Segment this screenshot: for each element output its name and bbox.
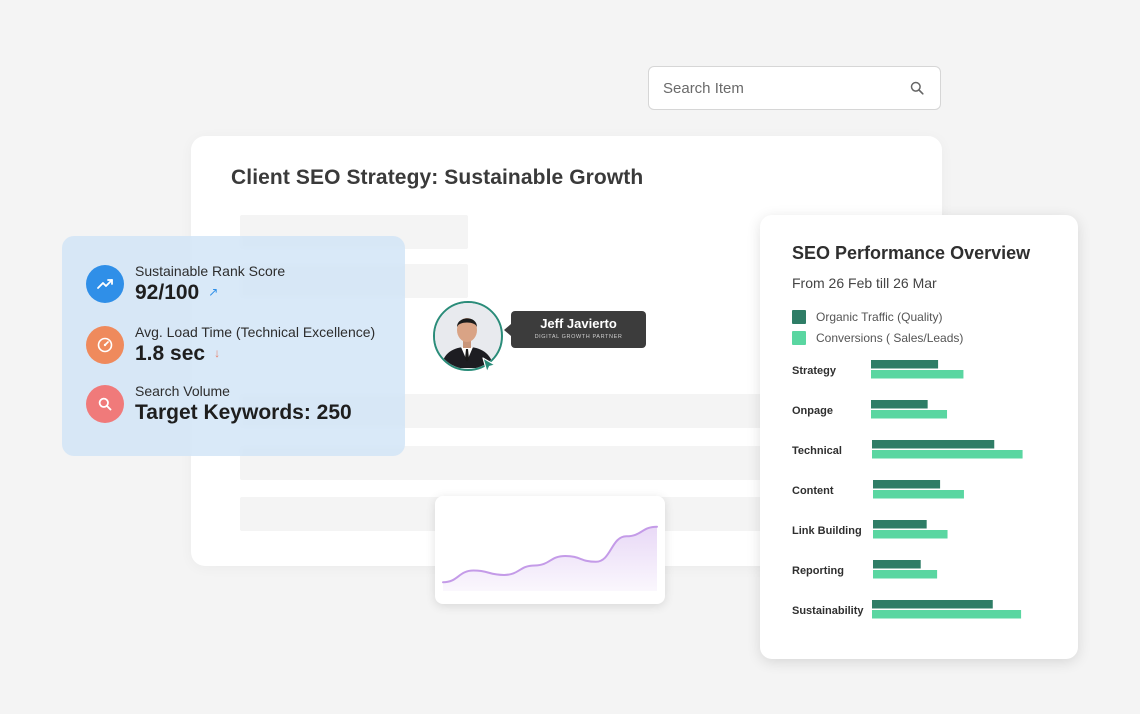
bar-conversions — [872, 610, 1022, 619]
metric-label: Sustainable Rank Score — [135, 263, 286, 279]
category-label: Strategy — [792, 365, 837, 377]
bar-conversions — [871, 370, 964, 379]
metric-load-time: Avg. Load Time (Technical Excellence) 1.… — [86, 324, 375, 366]
arrow-down-icon: ↓ — [214, 346, 221, 360]
bar-conversions — [871, 410, 948, 419]
metric-label: Search Volume — [135, 383, 230, 399]
search-input[interactable] — [663, 79, 908, 97]
metrics-card: Sustainable Rank Score 92/100 ↗ Avg. Load… — [62, 236, 405, 456]
metric-value: 1.8 sec ↓ — [135, 342, 221, 365]
search-box[interactable] — [648, 66, 941, 110]
category-label: Reporting — [792, 565, 844, 577]
name-tag: Jeff Javierto DIGITAL GROWTH PARTNER — [504, 311, 646, 348]
bar-conversions — [873, 530, 948, 539]
bar-conversions — [873, 490, 964, 499]
arrow-up-right-icon: ↗ — [208, 285, 219, 299]
performance-bar-chart: Strategy Onpage Technical Content Link Build… — [792, 360, 1023, 619]
metric-label: Avg. Load Time (Technical Excellence) — [135, 324, 376, 340]
bar-organic-traffic — [871, 400, 928, 409]
page-title: Client SEO Strategy: Sustainable Growth — [231, 166, 644, 189]
performance-card: SEO Performance Overview From 26 Feb til… — [760, 215, 1078, 659]
trending-up-icon — [86, 265, 124, 303]
cursor-icon — [480, 356, 498, 374]
category-label: Link Building — [792, 525, 862, 537]
search-icon[interactable] — [908, 79, 926, 97]
bar-organic-traffic — [872, 440, 995, 449]
speedometer-icon — [86, 326, 124, 364]
metric-search-volume: Search Volume Target Keywords: 250 — [86, 383, 352, 425]
bar-organic-traffic — [873, 480, 941, 489]
category-label: Content — [792, 485, 834, 497]
metric-value: Target Keywords: 250 — [135, 401, 352, 424]
bar-organic-traffic — [873, 520, 927, 529]
metric-value: 92/100 ↗ — [135, 281, 219, 304]
person-role: DIGITAL GROWTH PARTNER — [534, 334, 623, 340]
trend-chart-card — [435, 496, 665, 604]
category-label: Onpage — [792, 405, 833, 417]
bar-organic-traffic — [871, 360, 939, 369]
bar-conversions — [872, 450, 1023, 459]
bar-organic-traffic — [873, 560, 921, 569]
search-icon — [86, 385, 124, 423]
bar-organic-traffic — [872, 600, 993, 609]
category-label: Technical — [792, 445, 842, 457]
trend-chart — [442, 525, 658, 591]
bar-conversions — [873, 570, 938, 579]
metric-rank-score: Sustainable Rank Score 92/100 ↗ — [86, 263, 285, 305]
category-label: Sustainability — [792, 605, 864, 617]
person-name: Jeff Javierto — [540, 316, 617, 331]
